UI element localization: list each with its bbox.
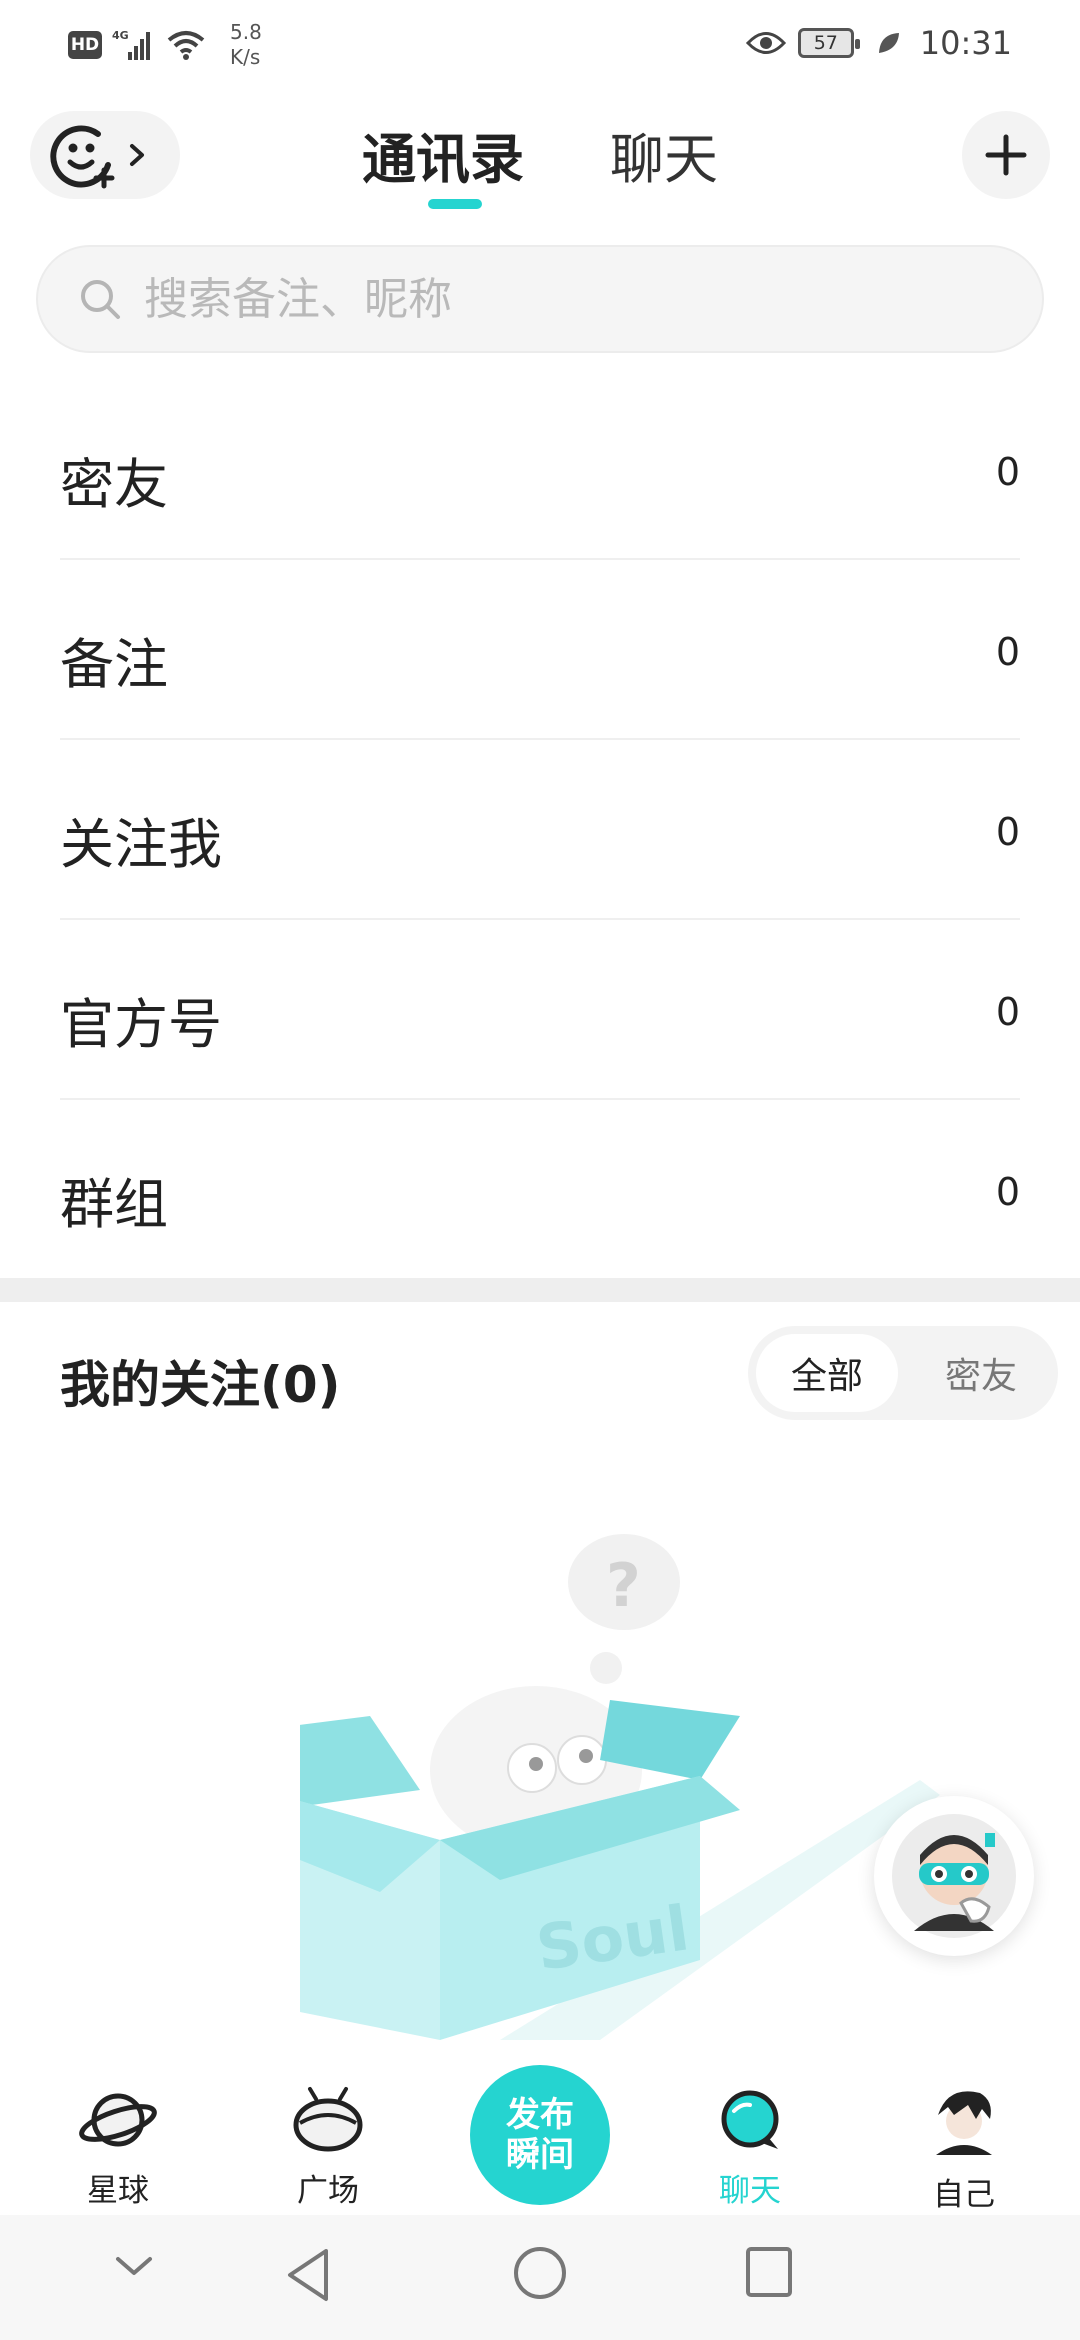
list-item-close-friends[interactable]: 密友 0 [0,380,1080,560]
mood-status-button[interactable] [30,111,180,199]
tab-chat[interactable]: 聊天 [610,115,718,194]
list-item-remarks[interactable]: 备注 0 [0,560,1080,740]
list-item-followers[interactable]: 关注我 0 [0,740,1080,920]
contact-group-list: 密友 0 备注 0 关注我 0 官方号 0 群组 0 [0,380,1080,1280]
list-item-label: 密友 [60,453,168,516]
wifi-icon [167,31,205,60]
net-speed: 5.8 K/s [230,20,262,70]
nav-label: 聊天 [719,2173,781,2209]
nav-label: 广场 [297,2173,359,2209]
back-icon[interactable] [282,2245,334,2305]
publish-line-2: 瞬间 [506,2135,574,2175]
net-speed-value: 5.8 [230,20,262,44]
svg-text:?: ? [606,1551,641,1621]
collapse-chevron-icon[interactable] [112,2245,156,2289]
floating-assistant-avatar[interactable] [874,1796,1034,1956]
hd-badge: HD [68,31,102,59]
search-input[interactable] [144,273,944,325]
active-tab-indicator [428,199,482,209]
list-item-label: 群组 [60,1173,168,1236]
battery-indicator: 57 [797,28,860,58]
add-button[interactable] [962,111,1050,199]
nav-planet[interactable]: 星球 [48,2085,188,2210]
search-icon [81,280,120,319]
leaf-icon [878,33,899,53]
home-icon[interactable] [512,2245,568,2301]
status-left: HD 4G 5.8 K/s [68,20,262,70]
top-header: 通讯录 聊天 [0,105,1080,209]
filter-all-button[interactable]: 全部 [756,1334,898,1412]
follow-filter-segment: 全部 密友 [748,1326,1058,1420]
smiley-add-icon [50,125,115,189]
list-item-count: 0 [995,450,1020,494]
list-item-count: 0 [995,1170,1020,1214]
nav-label: 星球 [87,2173,149,2209]
nav-label: 自己 [933,2177,995,2213]
nav-self[interactable]: 自己 [894,2085,1034,2214]
nav-chat[interactable]: 聊天 [680,2085,820,2210]
filter-close-friends-button[interactable]: 密友 [916,1334,1046,1412]
publish-line-1: 发布 [506,2095,574,2135]
square-icon [293,2087,363,2152]
my-follows-title: 我的关注(0) [60,1356,341,1414]
signal-icon: 4G [112,29,150,60]
bottom-nav: 星球 广场 发布 瞬间 聊天 自己 [0,2055,1080,2215]
self-avatar-icon [930,2089,998,2157]
svg-text:4G: 4G [112,29,129,42]
status-bar: HD 4G 5.8 K/s 57 10:31 [0,0,1080,95]
chat-icon [721,2090,779,2149]
list-item-count: 0 [995,630,1020,674]
recents-icon[interactable] [744,2245,794,2299]
list-item-count: 0 [995,990,1020,1034]
plus-icon [985,134,1027,176]
list-item-label: 备注 [60,633,168,696]
nav-square[interactable]: 广场 [258,2085,398,2210]
search-bar[interactable] [36,245,1044,353]
list-item-label: 关注我 [60,813,222,876]
empty-box-illustration: ? Soul [300,1534,940,2040]
publish-moment-button[interactable]: 发布 瞬间 [470,2065,610,2205]
list-item-count: 0 [995,810,1020,854]
list-item-official-accounts[interactable]: 官方号 0 [0,920,1080,1100]
status-right: 57 10:31 [745,24,1012,62]
clock: 10:31 [919,24,1012,62]
system-nav-bar [0,2215,1080,2340]
tab-contacts[interactable]: 通讯录 [362,115,524,194]
eye-icon [745,32,786,54]
planet-icon [79,2093,157,2147]
list-item-label: 官方号 [60,993,222,1056]
section-separator [0,1278,1080,1302]
list-item-groups[interactable]: 群组 0 [0,1100,1080,1280]
net-speed-unit: K/s [230,45,261,69]
diver-avatar-icon [892,1814,1016,1938]
chevron-right-icon [130,144,144,166]
